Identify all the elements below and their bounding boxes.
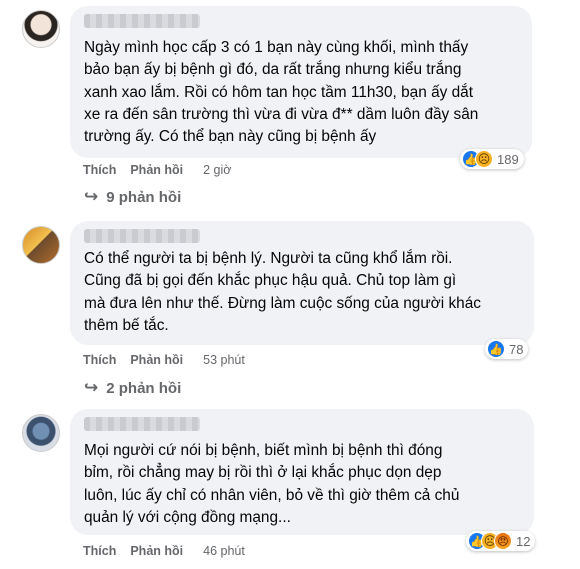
comment-bubble: Mọi người cứ nói bị bệnh, biết mình bị b… — [70, 409, 534, 535]
reaction-summary[interactable]: 👍 ☹ 189 — [460, 149, 524, 169]
reaction-count: 12 — [516, 533, 531, 549]
timestamp[interactable]: 46 phút — [203, 544, 245, 558]
blurred-author-name — [84, 417, 200, 431]
angry-icon: 😠 — [494, 532, 512, 550]
timestamp[interactable]: 2 giờ — [203, 163, 231, 177]
comment-text: Ngày mình học cấp 3 có 1 bạn này cùng kh… — [84, 39, 479, 146]
blurred-author-name — [84, 229, 200, 243]
reaction-summary[interactable]: 👍 78 — [485, 339, 529, 359]
replies-count: 9 phản hồi — [106, 188, 182, 206]
avatar[interactable] — [22, 414, 60, 452]
like-link[interactable]: Thích — [83, 353, 116, 367]
sad-icon: ☹ — [475, 150, 493, 168]
avatar[interactable] — [22, 226, 60, 264]
view-replies[interactable]: ↪ 2 phản hồi — [84, 378, 181, 398]
comment-text: Mọi người cứ nói bị bệnh, biết mình bị b… — [84, 442, 460, 526]
like-link[interactable]: Thích — [83, 163, 116, 177]
comment-actions: Thích Phản hồi 46 phút — [83, 544, 259, 558]
avatar[interactable] — [22, 10, 60, 48]
comment-text: Có thể người ta bị bệnh lý. Người ta cũn… — [84, 250, 481, 334]
reaction-count: 78 — [509, 341, 524, 357]
timestamp[interactable]: 53 phút — [203, 353, 245, 367]
reply-arrow-icon: ↪ — [84, 378, 99, 397]
comment-bubble: Có thể người ta bị bệnh lý. Người ta cũn… — [70, 221, 534, 345]
replies-count: 2 phản hồi — [106, 379, 182, 397]
reaction-count: 189 — [497, 151, 519, 167]
comment-actions: Thích Phản hồi 53 phút — [83, 353, 259, 367]
reply-link[interactable]: Phản hồi — [130, 163, 183, 177]
comment-bubble: Ngày mình học cấp 3 có 1 bạn này cùng kh… — [70, 6, 532, 158]
like-link[interactable]: Thích — [83, 544, 116, 558]
view-replies[interactable]: ↪ 9 phản hồi — [84, 187, 181, 207]
reply-link[interactable]: Phản hồi — [130, 353, 183, 367]
reply-link[interactable]: Phản hồi — [130, 544, 183, 558]
blurred-author-name — [84, 14, 200, 28]
reaction-summary[interactable]: 👍 ☹ 😠 12 — [466, 531, 536, 551]
like-icon: 👍 — [487, 340, 505, 358]
comment-actions: Thích Phản hồi 2 giờ — [83, 163, 245, 177]
reply-arrow-icon: ↪ — [84, 187, 99, 206]
